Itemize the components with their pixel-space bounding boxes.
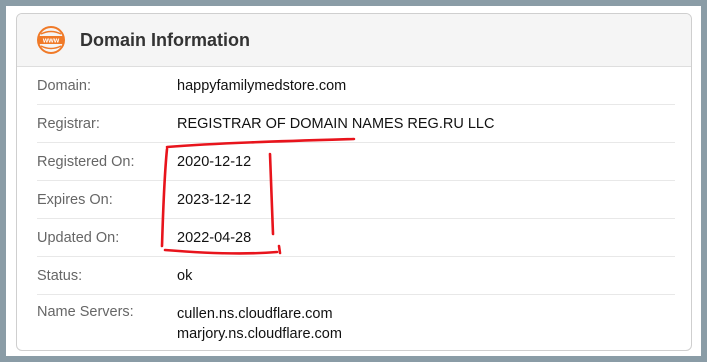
svg-text:www: www — [42, 38, 60, 45]
row-expires-on: Expires On: 2023-12-12 — [37, 181, 675, 219]
row-name-servers: Name Servers: cullen.ns.cloudflare.com m… — [37, 295, 675, 350]
name-servers-value: cullen.ns.cloudflare.com marjory.ns.clou… — [177, 304, 342, 344]
row-status: Status: ok — [37, 257, 675, 295]
screenshot-frame: www Domain Information Domain: happyfami… — [6, 6, 701, 356]
expires-on-value: 2023-12-12 — [177, 191, 252, 208]
name-server-2: marjory.ns.cloudflare.com — [177, 326, 342, 342]
domain-value: happyfamilymedstore.com — [177, 77, 347, 94]
expires-on-label: Expires On: — [37, 191, 113, 208]
row-registered-on: Registered On: 2020-12-12 — [37, 143, 675, 181]
card-header: www Domain Information — [17, 14, 691, 67]
status-label: Status: — [37, 267, 83, 284]
row-registrar: Registrar: REGISTRAR OF DOMAIN NAMES REG… — [37, 105, 675, 143]
name-server-1: cullen.ns.cloudflare.com — [177, 306, 333, 322]
registrar-label: Registrar: — [37, 115, 100, 132]
www-icon: www — [36, 25, 66, 55]
status-value: ok — [177, 267, 193, 284]
updated-on-label: Updated On: — [37, 229, 120, 246]
info-table: Domain: happyfamilymedstore.com Registra… — [17, 67, 691, 350]
registered-on-label: Registered On: — [37, 153, 135, 170]
row-domain: Domain: happyfamilymedstore.com — [37, 67, 675, 105]
card-title: Domain Information — [80, 29, 250, 50]
row-updated-on: Updated On: 2022-04-28 — [37, 219, 675, 257]
registered-on-value: 2020-12-12 — [177, 153, 252, 170]
name-servers-label: Name Servers: — [37, 304, 134, 320]
updated-on-value: 2022-04-28 — [177, 229, 252, 246]
domain-label: Domain: — [37, 77, 91, 94]
domain-info-card: www Domain Information Domain: happyfami… — [16, 13, 692, 351]
registrar-value: REGISTRAR OF DOMAIN NAMES REG.RU LLC — [177, 115, 495, 132]
